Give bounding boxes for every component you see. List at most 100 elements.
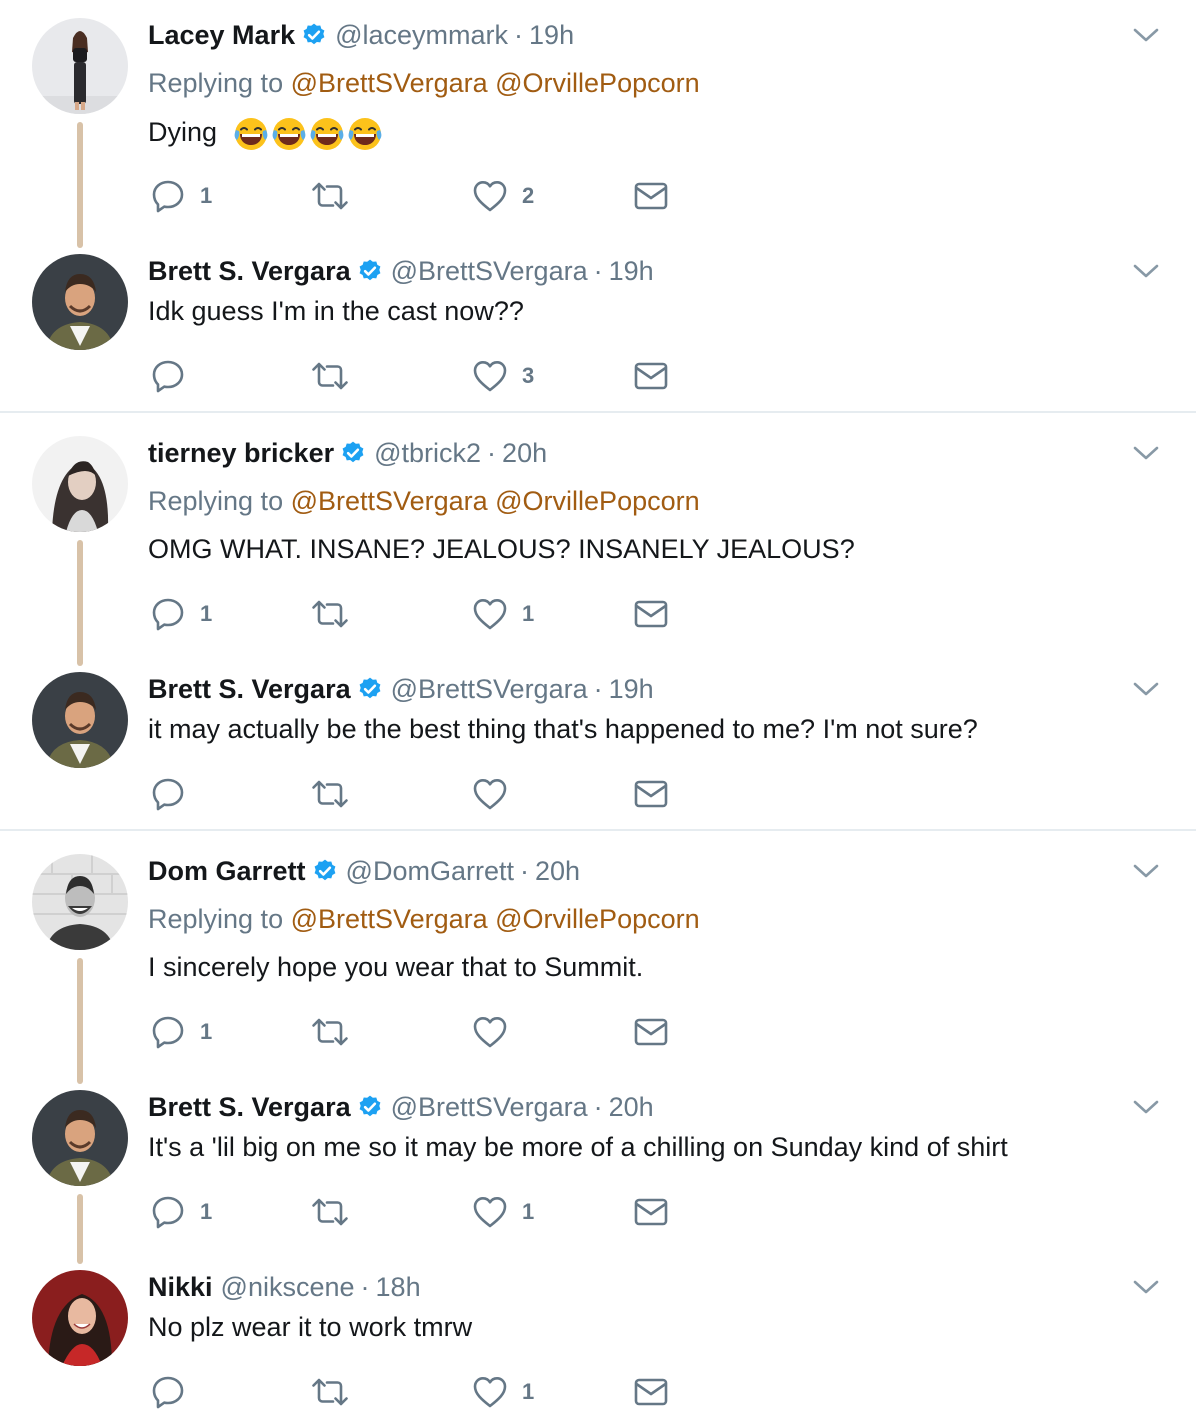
timestamp[interactable]: 19h bbox=[609, 256, 654, 287]
mention-link[interactable]: @OrvillePopcorn bbox=[495, 904, 699, 934]
avatar[interactable] bbox=[32, 672, 128, 768]
like-button[interactable] bbox=[472, 774, 522, 814]
thread-line bbox=[77, 540, 83, 666]
separator-dot: · bbox=[514, 19, 524, 50]
like-button[interactable] bbox=[472, 1012, 522, 1052]
reply-icon bbox=[150, 1014, 186, 1050]
thread-divider bbox=[0, 829, 1196, 831]
timestamp[interactable]: 20h bbox=[535, 856, 580, 887]
handle[interactable]: @nikscene bbox=[221, 1272, 355, 1303]
avatar-image bbox=[32, 1270, 128, 1366]
reply-button[interactable] bbox=[150, 774, 200, 814]
chevron-down-icon[interactable] bbox=[1132, 436, 1160, 470]
timestamp[interactable]: 19h bbox=[609, 674, 654, 705]
dm-button[interactable] bbox=[634, 594, 668, 634]
dm-button[interactable] bbox=[634, 1372, 668, 1412]
verified-icon bbox=[301, 22, 327, 48]
handle[interactable]: @tbrick2 bbox=[374, 438, 481, 469]
dm-button[interactable] bbox=[634, 1012, 668, 1052]
reply-button[interactable]: 1 bbox=[150, 1012, 212, 1052]
like-button[interactable]: 1 bbox=[472, 1192, 534, 1232]
handle[interactable]: @BrettSVergara bbox=[391, 674, 588, 705]
tweet-text: No plz wear it to work tmrw bbox=[148, 1312, 473, 1342]
replying-to: Replying to @BrettSVergara @OrvillePopco… bbox=[148, 486, 700, 517]
mention-link[interactable]: @BrettSVergara bbox=[291, 486, 488, 516]
reply-button[interactable] bbox=[150, 356, 200, 396]
avatar[interactable] bbox=[32, 254, 128, 350]
display-name[interactable]: Lacey Mark bbox=[148, 20, 295, 51]
handle[interactable]: @DomGarrett bbox=[346, 856, 514, 887]
dm-button[interactable] bbox=[634, 774, 668, 814]
retweet-button[interactable] bbox=[310, 356, 350, 396]
avatar[interactable] bbox=[32, 854, 128, 950]
retweet-icon bbox=[310, 1014, 350, 1050]
tweet-actions: 1 1 bbox=[150, 1192, 710, 1232]
timestamp[interactable]: 20h bbox=[609, 1092, 654, 1123]
like-button[interactable]: 2 bbox=[472, 176, 534, 216]
reply-button[interactable]: 1 bbox=[150, 594, 212, 634]
chevron-down-icon[interactable] bbox=[1132, 18, 1160, 52]
like-button[interactable]: 3 bbox=[472, 356, 534, 396]
display-name[interactable]: Brett S. Vergara bbox=[148, 1092, 351, 1123]
retweet-button[interactable] bbox=[310, 1372, 350, 1412]
tweet-actions: 1 1 bbox=[150, 594, 710, 634]
reply-button[interactable]: 1 bbox=[150, 176, 212, 216]
display-name[interactable]: tierney bricker bbox=[148, 438, 334, 469]
dm-button[interactable] bbox=[634, 1192, 668, 1232]
avatar[interactable] bbox=[32, 436, 128, 532]
tweet-header: Brett S. Vergara @BrettSVergara · 19h bbox=[148, 672, 654, 706]
retweet-button[interactable] bbox=[310, 774, 350, 814]
display-name[interactable]: Brett S. Vergara bbox=[148, 256, 351, 287]
display-name[interactable]: Dom Garrett bbox=[148, 856, 306, 887]
envelope-icon bbox=[634, 600, 668, 628]
retweet-icon bbox=[310, 358, 350, 394]
tweet-text: Dying bbox=[148, 116, 383, 152]
verified-icon bbox=[312, 858, 338, 884]
separator-dot: · bbox=[360, 1271, 370, 1302]
like-button[interactable]: 1 bbox=[472, 594, 534, 634]
like-count: 1 bbox=[522, 601, 535, 626]
verified-icon bbox=[357, 258, 383, 284]
retweet-button[interactable] bbox=[310, 1012, 350, 1052]
display-name[interactable]: Nikki bbox=[148, 1272, 213, 1303]
like-count: 1 bbox=[522, 1199, 535, 1224]
thread-line bbox=[77, 122, 83, 248]
reply-icon bbox=[150, 1194, 186, 1230]
reply-button[interactable]: 1 bbox=[150, 1192, 212, 1232]
handle[interactable]: @BrettSVergara bbox=[391, 1092, 588, 1123]
timestamp[interactable]: 18h bbox=[376, 1272, 421, 1303]
retweet-button[interactable] bbox=[310, 594, 350, 634]
avatar[interactable] bbox=[32, 1270, 128, 1366]
mention-link[interactable]: @BrettSVergara bbox=[291, 68, 488, 98]
reply-icon bbox=[150, 596, 186, 632]
thread-line bbox=[77, 1194, 83, 1264]
mention-link[interactable]: @BrettSVergara bbox=[291, 904, 488, 934]
heart-icon bbox=[472, 1015, 508, 1049]
chevron-down-icon[interactable] bbox=[1132, 672, 1160, 706]
thread-divider bbox=[0, 411, 1196, 413]
tweet-header: Brett S. Vergara @BrettSVergara · 19h bbox=[148, 254, 654, 288]
timestamp[interactable]: 19h bbox=[529, 20, 574, 51]
display-name[interactable]: Brett S. Vergara bbox=[148, 674, 351, 705]
chevron-down-icon[interactable] bbox=[1132, 1270, 1160, 1304]
chevron-down-icon[interactable] bbox=[1132, 1090, 1160, 1124]
avatar[interactable] bbox=[32, 1090, 128, 1186]
mention-link[interactable]: @OrvillePopcorn bbox=[495, 486, 699, 516]
timestamp[interactable]: 20h bbox=[502, 438, 547, 469]
avatar[interactable] bbox=[32, 18, 128, 114]
tweet-header: Dom Garrett @DomGarrett · 20h bbox=[148, 854, 580, 888]
retweet-button[interactable] bbox=[310, 176, 350, 216]
avatar-image bbox=[32, 1090, 128, 1186]
mention-link[interactable]: @OrvillePopcorn bbox=[495, 68, 699, 98]
chevron-down-icon[interactable] bbox=[1132, 854, 1160, 888]
heart-icon bbox=[472, 777, 508, 811]
dm-button[interactable] bbox=[634, 176, 668, 216]
like-button[interactable]: 1 bbox=[472, 1372, 534, 1412]
handle[interactable]: @BrettSVergara bbox=[391, 256, 588, 287]
separator-dot: · bbox=[593, 673, 603, 704]
dm-button[interactable] bbox=[634, 356, 668, 396]
handle[interactable]: @laceymmark bbox=[335, 20, 508, 51]
reply-button[interactable] bbox=[150, 1372, 200, 1412]
retweet-button[interactable] bbox=[310, 1192, 350, 1232]
chevron-down-icon[interactable] bbox=[1132, 254, 1160, 288]
